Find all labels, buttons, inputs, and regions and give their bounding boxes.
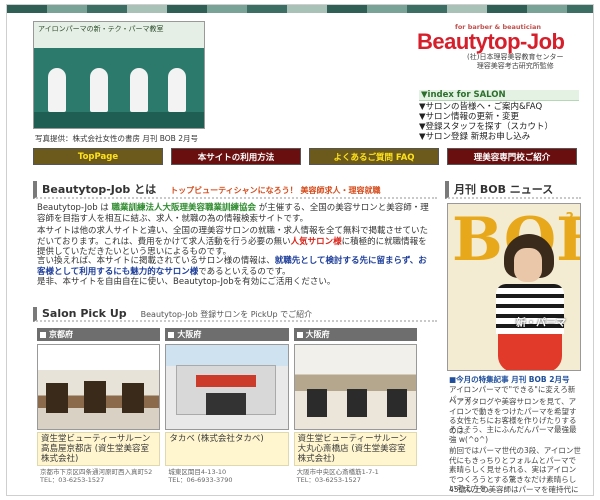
salon-chair — [46, 383, 68, 413]
salon-chair — [346, 389, 367, 417]
nav-faq[interactable]: よくあるご質問 FAQ — [309, 148, 439, 165]
about-paragraph-4: 是非、本サイトを自由自在に使い、Beautytop-Jobを有効にご活用ください… — [37, 277, 336, 287]
nav-how-to-use[interactable]: 本サイトの利用方法 — [171, 148, 301, 165]
salon-photo[interactable] — [165, 344, 289, 430]
banner-figure — [130, 68, 148, 112]
organization-link[interactable]: 職業訓練法人大阪理美容職業訓練協会 — [112, 203, 257, 213]
prefecture-label: 大阪府 — [293, 328, 417, 341]
pickup-subtitle: Beautytop-Job 登録サロンを PickUp でご紹介 — [140, 310, 313, 319]
salon-cards: 京都府 資生堂ビューティーサルーン 高島屋京都店 (資生堂美容室株式会社) 京都… — [37, 328, 417, 486]
bob-title: 月刊 BOB ニュース — [454, 183, 554, 196]
salon-card[interactable]: 大阪府 タカベ (株式会社タカベ) 城東区関目4-13-10 TEL：06-69… — [165, 328, 289, 486]
about-text: 言い換えれば、本サイトに掲載されているサロン様の情報は、 — [37, 256, 275, 266]
salon-card[interactable]: 大阪府 資生堂ビューティーサルーン 大丸心斎橋店 (資生堂美容室株式会社) 大阪… — [293, 328, 417, 486]
about-paragraph-3: 言い換えれば、本サイトに掲載されているサロン様の情報は、就職先として検討する先に… — [37, 256, 435, 277]
square-icon — [168, 331, 175, 338]
bob-text: 45歳以上の美容師はパーマを確持代に生き、パーマ訓練をつくることを得意としてる — [449, 485, 579, 495]
site-logo[interactable]: Beautytop-Job — [417, 29, 565, 55]
storefront-sign — [196, 375, 257, 387]
salon-photo[interactable] — [37, 344, 161, 430]
popular-salon-highlight: 人気サロン様 — [290, 236, 342, 247]
cover-headline: 新・パーマ — [516, 318, 566, 329]
organization-name: (社)日本理容美容教育センター 理容美容考古研究所監修 — [467, 53, 563, 71]
banner-figure — [48, 68, 66, 112]
salon-address: 京都市下京区四条通河原町西入真町52 TEL：03-6253-1527 — [37, 466, 160, 486]
salon-address: 大阪市中央区心斎橋筋1-7-1 TEL：03-6253-1527 — [294, 466, 417, 486]
pickup-section-title: Salon Pick Up Beautytop-Job 登録サロンを PickU… — [33, 307, 437, 322]
salon-card[interactable]: 京都府 資生堂ビューティーサルーン 高島屋京都店 (資生堂美容室株式会社) 京都… — [37, 328, 161, 486]
salon-photo[interactable] — [293, 344, 417, 430]
org-line: 理容美容考古研究所監修 — [476, 62, 554, 70]
about-paragraph-1: Beautytop-Job は 職業訓練法人大阪理美容職業訓練協会 が主催する、… — [37, 203, 435, 224]
prefecture-label: 京都府 — [37, 328, 161, 341]
banner-figure — [90, 68, 108, 112]
banner-bottom — [34, 112, 204, 128]
prefecture-label: 大阪府 — [165, 328, 289, 341]
salon-name[interactable]: 資生堂ビューティーサルーン 大丸心斎橋店 (資生堂美容室株式会社) — [293, 432, 417, 466]
phone-text: TEL：03-6253-1527 — [296, 476, 361, 484]
salon-name[interactable]: タカベ (株式会社タカベ) — [165, 432, 289, 466]
about-section-title: Beautytop-Job とは トップビューティシャンになろう！ 美容師求人・… — [33, 181, 437, 199]
prefecture-text: 大阪府 — [305, 330, 330, 339]
top-stripe — [7, 5, 593, 13]
bob-feature-title[interactable]: ■今月の特集記事 月刊 BOB 2月号 — [449, 375, 581, 385]
banner-figure — [168, 68, 186, 112]
salon-index-link[interactable]: ▼登録スタッフを探す（スカウト） — [419, 122, 579, 132]
address-text: 城東区関目4-13-10 — [168, 468, 227, 476]
model-red-skirt — [498, 334, 562, 370]
address-text: 大阪市中央区心斎橋筋1-7-1 — [296, 468, 379, 476]
salon-index-link[interactable]: ▼サロン情報の更新・変更 — [419, 112, 579, 122]
about-title: Beautytop-Job とは — [42, 183, 157, 196]
cover-model — [492, 234, 566, 370]
pickup-title: Salon Pick Up — [42, 307, 127, 320]
square-icon — [40, 331, 46, 338]
salon-chair — [84, 381, 106, 413]
bob-magazine-cover[interactable]: BOB 2 新・パーマ — [447, 203, 581, 371]
main-nav: TopPage 本サイトの利用方法 よくあるご質問 FAQ 理美容専門校ご紹介 — [33, 148, 577, 166]
nav-toppage[interactable]: TopPage — [33, 148, 163, 165]
bob-section-title: 月刊 BOB ニュース — [445, 181, 581, 199]
salon-index-link[interactable]: ▼サロン登録 新規お申し込み — [419, 132, 579, 142]
bob-text: そうそう、主にふんだんパーマ最強最強 w(^o^) — [449, 425, 577, 444]
prefecture-text: 大阪府 — [177, 330, 202, 339]
phone-text: TEL：06-6933-3790 — [168, 476, 233, 484]
about-text: Beautytop-Job は — [37, 203, 112, 213]
salon-address: 城東区関目4-13-10 TEL：06-6933-3790 — [165, 466, 288, 486]
salon-index-heading: ▼index for SALON — [419, 90, 579, 101]
prefecture-text: 京都府 — [49, 330, 73, 339]
banner-header: アイロンパーマの新・テク・パーマ教室 — [34, 22, 204, 48]
org-line: (社)日本理容美容教育センター — [467, 53, 564, 61]
salon-index-link[interactable]: ▼サロンの皆様へ・ご案内&FAQ — [419, 102, 579, 112]
banner-caption: 写真提供：株式会社女性の書房 月刊 BOB 2月号 — [35, 134, 198, 143]
magazine-issue-number: 2 — [565, 210, 574, 224]
about-paragraph-2: 本サイトは他の求人サイトと違い、全国の理美容サロンの就職・求人情報を全て無料で掲… — [37, 226, 435, 258]
phone-text: TEL：03-6253-1527 — [40, 476, 105, 484]
feature-banner-image[interactable]: アイロンパーマの新・テク・パーマ教室 — [33, 21, 205, 129]
salon-chair — [122, 383, 144, 413]
about-subtitle: トップビューティシャンになろう！ 美容師求人・理容就職 — [170, 186, 381, 195]
about-text: であるといえるのです。 — [198, 266, 291, 277]
salon-index: ▼index for SALON ▼サロンの皆様へ・ご案内&FAQ ▼サロン情報… — [419, 90, 579, 142]
page-frame: アイロンパーマの新・テク・パーマ教室 写真提供：株式会社女性の書房 月刊 BOB… — [6, 4, 594, 496]
square-icon — [296, 331, 303, 338]
salon-name[interactable]: 資生堂ビューティーサルーン 高島屋京都店 (資生堂美容室株式会社) — [37, 432, 161, 466]
salon-chair — [306, 389, 327, 417]
model-face — [514, 248, 542, 282]
storefront-door — [206, 393, 247, 415]
nav-schools[interactable]: 理美容専門校ご紹介 — [447, 148, 577, 165]
salon-chair — [386, 389, 407, 417]
address-text: 京都市下京区四条通河原町西入真町52 — [40, 468, 153, 476]
